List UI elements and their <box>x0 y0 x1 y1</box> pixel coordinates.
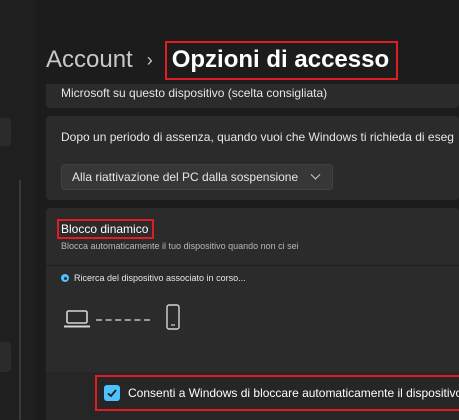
connection-dashes <box>96 319 150 321</box>
dynamic-lock-description: Blocca automaticamente il tuo dispositiv… <box>61 241 299 251</box>
divider <box>46 265 459 266</box>
search-status-text: Ricerca del dispositivo associato in cor… <box>74 273 246 283</box>
absence-question: Dopo un periodo di assenza, quando vuoi … <box>61 130 454 144</box>
absence-dropdown-value: Alla riattivazione del PC dalla sospensi… <box>72 170 299 184</box>
dynamic-lock-title: Blocco dinamico <box>57 219 155 239</box>
settings-card-recommended: Microsoft su questo dispositivo (scelta … <box>46 84 459 108</box>
chevron-down-icon <box>310 169 321 180</box>
card-text: Microsoft su questo dispositivo (scelta … <box>61 86 328 100</box>
breadcrumb-account-link[interactable]: Account <box>46 46 133 74</box>
dynamic-lock-checkbox[interactable] <box>104 385 120 401</box>
navigation-pane <box>0 0 36 420</box>
dynamic-lock-checkbox-label[interactable]: Consenti a Windows di bloccare automatic… <box>128 386 459 400</box>
breadcrumb-separator: › <box>146 49 153 70</box>
breadcrumb: Account › Opzioni di accesso <box>46 38 399 82</box>
nav-item[interactable] <box>0 342 11 372</box>
laptop-icon <box>64 310 90 328</box>
checkmark-icon <box>107 389 117 398</box>
search-status: Ricerca del dispositivo associato in cor… <box>61 273 246 283</box>
nav-scrollbar[interactable] <box>19 180 21 420</box>
settings-card-absence: Dopo un periodo di assenza, quando vuoi … <box>46 116 459 200</box>
page-title: Opzioni di accesso <box>164 40 399 80</box>
absence-dropdown[interactable]: Alla riattivazione del PC dalla sospensi… <box>61 164 333 190</box>
nav-item[interactable] <box>0 118 11 146</box>
paired-device-illustration <box>64 304 194 334</box>
status-dot-icon <box>61 274 69 282</box>
phone-icon <box>166 304 180 330</box>
